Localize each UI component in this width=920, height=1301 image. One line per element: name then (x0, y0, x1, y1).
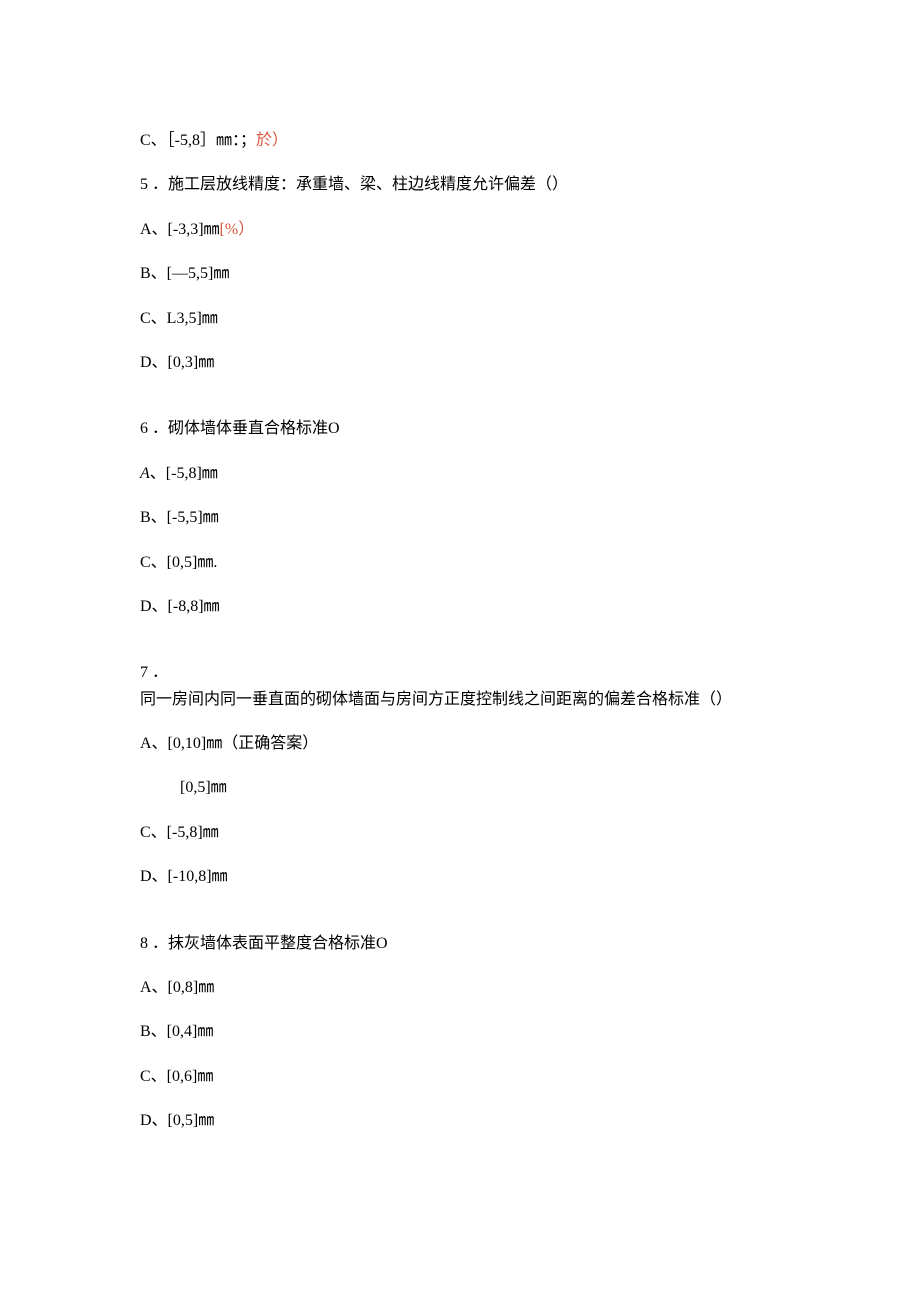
spacer (140, 640, 780, 662)
q6-option-a: A、[-5,8]㎜ (140, 463, 780, 485)
q7-option-a: A、[0,10]㎜（正确答案） (140, 733, 780, 755)
q6-option-a-label: A (140, 465, 150, 482)
spacer (140, 911, 780, 933)
q4-option-c-red: 於） (256, 132, 288, 149)
q5-option-a: A、[-3,3]㎜[%） (140, 219, 780, 241)
q6-title: 6 ．砌体墙体垂直合格标准O (140, 418, 780, 440)
document-page: C、［-5,8］㎜：；於） 5 ．施工层放线精度：承重墙、梁、柱边线精度允许偏差… (0, 0, 920, 1255)
spacer (140, 396, 780, 418)
q7-option-c: C、[-5,8]㎜ (140, 822, 780, 844)
q8-option-d: D、[0,5]㎜ (140, 1110, 780, 1132)
q7-number: 7 ． (140, 662, 780, 684)
q5-option-a-text: A、[-3,3]㎜ (140, 221, 220, 238)
q5-option-b: B、[—5,5]㎜ (140, 263, 780, 285)
q8-title: 8 ．抹灰墙体表面平整度合格标准O (140, 933, 780, 955)
q6-option-a-rest: 、[-5,8]㎜ (150, 465, 218, 482)
q7-title: 同一房间内同一垂直面的砌体墙面与房间方正度控制线之间距离的偏差合格标准（） (140, 689, 780, 711)
q8-option-b: B、[0,4]㎜ (140, 1021, 780, 1043)
q8-option-c: C、[0,6]㎜ (140, 1066, 780, 1088)
q7-option-d: D、[-10,8]㎜ (140, 866, 780, 888)
q6-option-d: D、[-8,8]㎜ (140, 596, 780, 618)
q5-option-d: D、[0,3]㎜ (140, 352, 780, 374)
q6-option-c: C、[0,5]㎜. (140, 552, 780, 574)
q5-option-a-red: [%） (220, 221, 255, 238)
q4-option-c-text: C、［-5,8］㎜：； (140, 132, 256, 149)
q6-option-b: B、[-5,5]㎜ (140, 507, 780, 529)
q7-option-b: [0,5]㎜ (140, 777, 780, 799)
q5-option-c: C、L3,5]㎜ (140, 308, 780, 330)
q4-option-c: C、［-5,8］㎜：；於） (140, 130, 780, 152)
q8-option-a: A、[0,8]㎜ (140, 977, 780, 999)
q5-title: 5 ．施工层放线精度：承重墙、梁、柱边线精度允许偏差（） (140, 174, 780, 196)
